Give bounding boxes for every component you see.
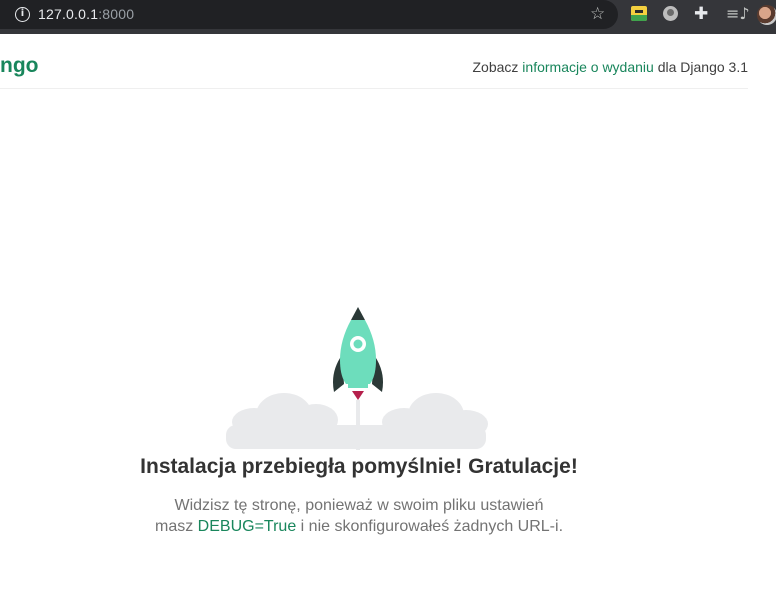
logo-text: ngo (0, 54, 39, 77)
description-part-2: i nie skonfigurowałeś żadnych URL-i. (296, 518, 564, 535)
url-text[interactable]: 127.0.0.1:8000 (38, 6, 134, 22)
info-icon[interactable]: i (15, 7, 30, 22)
description: Widzisz tę stronę, ponieważ w swoim plik… (155, 495, 563, 537)
url-port: :8000 (98, 6, 135, 22)
page-title: Instalacja przebiegła pomyślnie! Gratula… (140, 455, 578, 478)
release-prefix: Zobacz (472, 59, 523, 75)
browser-toolbar: i 127.0.0.1:8000 ☆ ✚ ≡♪ (0, 0, 776, 34)
smoke-trail (356, 400, 360, 450)
django-logo[interactable]: ngo (0, 54, 38, 78)
rocket-flame (352, 391, 364, 400)
star-icon[interactable]: ☆ (590, 4, 605, 24)
puzzle-icon[interactable]: ✚ (694, 4, 708, 24)
playlist-icon[interactable]: ≡♪ (726, 4, 750, 23)
release-suffix: dla Django 3.1 (653, 59, 748, 75)
rocket-nose (351, 307, 365, 320)
rocket-illustration (226, 307, 488, 450)
extension-icon[interactable] (631, 6, 647, 21)
release-notes-link[interactable]: informacje o wydaniu (522, 59, 654, 75)
page-header: ngo Zobacz informacje o wydaniu dla Djan… (0, 34, 748, 89)
extension-icon[interactable] (663, 6, 678, 21)
rocket-exhaust (348, 384, 368, 388)
avatar[interactable] (757, 5, 776, 25)
address-bar[interactable]: i 127.0.0.1:8000 ☆ (0, 0, 618, 29)
release-notes: Zobacz informacje o wydaniu dla Django 3… (472, 59, 748, 75)
debug-setting: DEBUG=True (197, 518, 297, 535)
url-host: 127.0.0.1 (38, 6, 99, 22)
